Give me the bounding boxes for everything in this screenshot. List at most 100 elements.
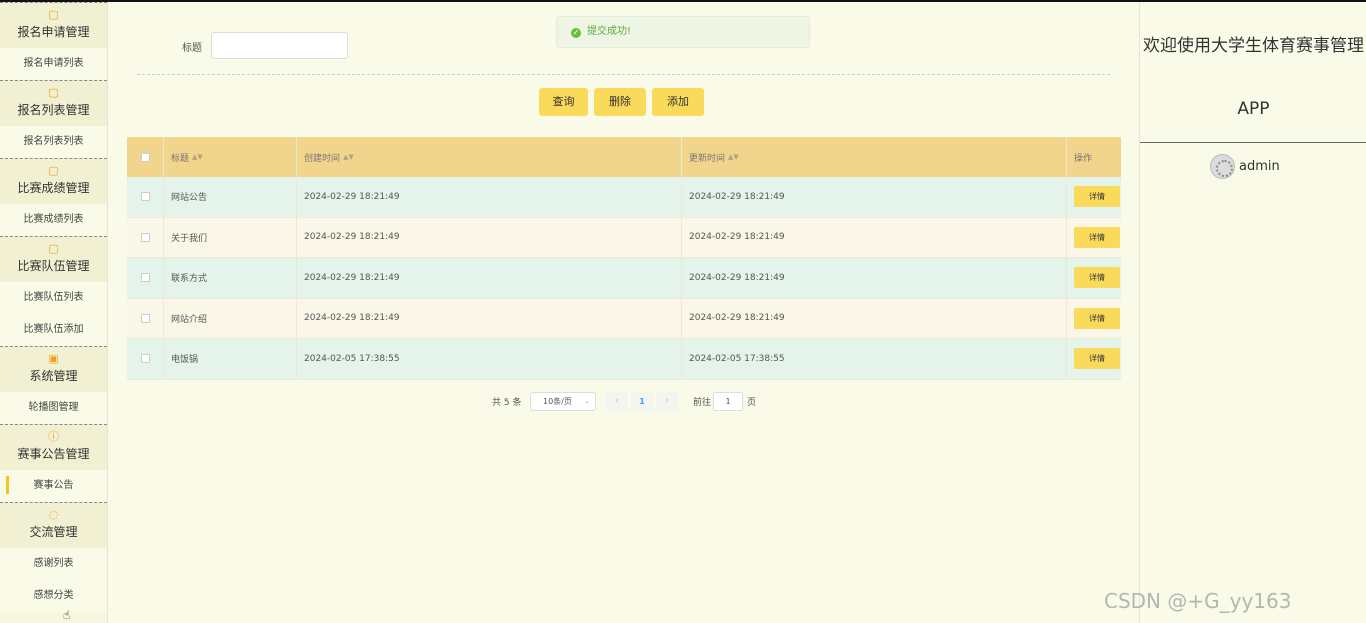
pagination-total: 共 5 条 xyxy=(492,398,522,408)
table-row: 网站公告 2024-02-29 18:21:49 2024-02-29 18:2… xyxy=(127,177,1121,218)
cell-created: 2024-02-29 18:21:49 xyxy=(297,258,682,298)
sidebar-item-match-team-list[interactable]: 比赛队伍列表 xyxy=(0,282,107,314)
divider xyxy=(137,74,1110,75)
sidebar-item-thoughts-category[interactable]: 感想分类 xyxy=(0,580,107,612)
column-header-created[interactable]: 创建时间 ▲▼ xyxy=(297,137,682,177)
goto-label: 前往 xyxy=(693,398,712,408)
delete-button[interactable]: 删除 xyxy=(594,88,646,116)
header-right-panel: 欢迎使用大学生体育赛事管理 APP admin xyxy=(1139,2,1366,623)
sort-icon[interactable]: ▲▼ xyxy=(192,153,203,161)
cell-created: 2024-02-29 18:21:49 xyxy=(297,217,682,257)
column-header-action: 操作 xyxy=(1074,153,1093,164)
menu-group-title: 比赛成绩管理 xyxy=(17,181,90,195)
sort-icon[interactable]: ▲▼ xyxy=(728,153,739,161)
menu-group-title: 交流管理 xyxy=(29,525,78,539)
select-all-checkbox[interactable] xyxy=(140,152,150,162)
sidebar-item-registration-apply-list[interactable]: 报名申请列表 xyxy=(0,48,107,80)
sort-icon[interactable]: ▲▼ xyxy=(343,153,354,161)
cell-title: 电饭锅 xyxy=(164,339,297,379)
menu-group-title: 比赛队伍管理 xyxy=(17,259,90,273)
page-number-current[interactable]: 1 xyxy=(631,392,653,411)
table-header: 标题 ▲▼ 创建时间 ▲▼ 更新时间 ▲▼ 操作 xyxy=(127,137,1121,177)
success-toast: ✓ 提交成功! xyxy=(556,16,810,48)
menu-group-title: 报名列表管理 xyxy=(17,103,90,117)
toast-message: 提交成功! xyxy=(587,26,632,37)
table-row: 联系方式 2024-02-29 18:21:49 2024-02-29 18:2… xyxy=(127,258,1121,299)
table-row: 网站介绍 2024-02-29 18:21:49 2024-02-29 18:2… xyxy=(127,298,1121,339)
detail-button[interactable]: 详情 xyxy=(1074,226,1120,248)
menu-group-registration-list[interactable]: ▢ 报名列表管理 xyxy=(0,80,107,126)
page-size-select[interactable]: 10条/页 ⌄ xyxy=(530,392,596,411)
pagination: 共 5 条 10条/页 ⌄ ‹ 1 › 前往 1 页 xyxy=(108,390,1139,412)
cell-title: 网站公告 xyxy=(164,177,297,217)
menu-group-match-team[interactable]: ▢ 比赛队伍管理 xyxy=(0,236,107,282)
divider xyxy=(1140,142,1366,143)
table-row: 电饭锅 2024-02-05 17:38:55 2024-02-05 17:38… xyxy=(127,339,1121,380)
sidebar-item-carousel[interactable]: 轮播图管理 xyxy=(0,392,107,424)
chat-icon: ◌ xyxy=(48,508,59,521)
cell-title: 联系方式 xyxy=(164,258,297,298)
cell-updated: 2024-02-29 18:21:49 xyxy=(682,217,1067,257)
query-button[interactable]: 查询 xyxy=(539,88,588,116)
folder-icon: ▢ xyxy=(48,164,59,177)
menu-group-registration-apply[interactable]: ▢ 报名申请管理 xyxy=(0,2,107,48)
watermark-overlay: CSDN @+G_yy163 xyxy=(1104,589,1292,613)
cell-title: 关于我们 xyxy=(164,217,297,257)
main-content: 标题 ✓ 提交成功! 查询 删除 添加 标题 ▲▼ 创建时间 ▲▼ 更新时间 ▲▼ 操作… xyxy=(108,2,1139,623)
detail-button[interactable]: 详情 xyxy=(1074,267,1120,289)
hand-cursor-icon: ☝ xyxy=(63,608,71,622)
image-icon: ▣ xyxy=(48,352,59,365)
folder-icon: ▢ xyxy=(48,86,59,99)
menu-group-title: 赛事公告管理 xyxy=(17,447,90,461)
sidebar-item-match-team-add[interactable]: 比赛队伍添加 xyxy=(0,314,107,346)
chevron-down-icon: ⌄ xyxy=(584,397,590,405)
welcome-title: 欢迎使用大学生体育赛事管理 xyxy=(1143,36,1364,56)
sidebar-item-notice[interactable]: 赛事公告 xyxy=(0,470,107,502)
menu-group-match-score[interactable]: ▢ 比赛成绩管理 xyxy=(0,158,107,204)
row-checkbox[interactable] xyxy=(140,192,150,202)
cell-updated: 2024-02-05 17:38:55 xyxy=(682,339,1067,379)
row-checkbox[interactable] xyxy=(140,313,150,323)
menu-group-notice[interactable]: ⓘ 赛事公告管理 xyxy=(0,424,107,470)
page-suffix: 页 xyxy=(747,398,757,408)
sidebar-item-thanks-list[interactable]: 感谢列表 xyxy=(0,548,107,580)
column-header-title[interactable]: 标题 ▲▼ xyxy=(164,137,297,177)
app-title: APP xyxy=(1237,99,1270,119)
select-all-checkbox-cell xyxy=(127,137,164,177)
detail-button[interactable]: 详情 xyxy=(1074,348,1120,370)
sidebar-item-match-score-list[interactable]: 比赛成绩列表 xyxy=(0,204,107,236)
cell-created: 2024-02-29 18:21:49 xyxy=(297,177,682,217)
row-checkbox[interactable] xyxy=(140,354,150,364)
row-checkbox[interactable] xyxy=(140,232,150,242)
menu-group-communication[interactable]: ◌ 交流管理 xyxy=(0,502,107,548)
goto-page-input[interactable]: 1 xyxy=(713,392,743,411)
cell-updated: 2024-02-29 18:21:49 xyxy=(682,298,1067,338)
cell-title: 网站介绍 xyxy=(164,298,297,338)
menu-group-title: 报名申请管理 xyxy=(17,25,90,39)
cell-updated: 2024-02-29 18:21:49 xyxy=(682,258,1067,298)
row-checkbox[interactable] xyxy=(140,273,150,283)
sidebar: ▢ 报名申请管理 报名申请列表 ▢ 报名列表管理 报名列表列表 ▢ 比赛成绩管理… xyxy=(0,2,108,623)
table-row: 关于我们 2024-02-29 18:21:49 2024-02-29 18:2… xyxy=(127,217,1121,258)
info-icon: ⓘ xyxy=(48,430,59,443)
detail-button[interactable]: 详情 xyxy=(1074,307,1120,329)
cell-updated: 2024-02-29 18:21:49 xyxy=(682,177,1067,217)
menu-group-system[interactable]: ▣ 系统管理 xyxy=(0,346,107,392)
cell-created: 2024-02-05 17:38:55 xyxy=(297,339,682,379)
detail-button[interactable]: 详情 xyxy=(1074,186,1120,208)
column-header-updated[interactable]: 更新时间 ▲▼ xyxy=(682,137,1067,177)
check-circle-icon: ✓ xyxy=(571,28,581,38)
prev-page-button[interactable]: ‹ xyxy=(606,392,628,411)
next-page-button[interactable]: › xyxy=(656,392,678,411)
title-search-input[interactable] xyxy=(211,32,348,59)
folder-icon: ▢ xyxy=(48,242,59,255)
notice-table: 标题 ▲▼ 创建时间 ▲▼ 更新时间 ▲▼ 操作 网站公告 2024-02-29 18… xyxy=(127,137,1121,380)
add-button[interactable]: 添加 xyxy=(652,88,704,116)
avatar[interactable] xyxy=(1210,154,1235,179)
folder-icon: ▢ xyxy=(48,8,59,21)
search-label: 标题 xyxy=(182,43,202,54)
username[interactable]: admin xyxy=(1239,159,1280,174)
cell-created: 2024-02-29 18:21:49 xyxy=(297,298,682,338)
menu-group-title: 系统管理 xyxy=(29,369,78,383)
sidebar-item-registration-list[interactable]: 报名列表列表 xyxy=(0,126,107,158)
